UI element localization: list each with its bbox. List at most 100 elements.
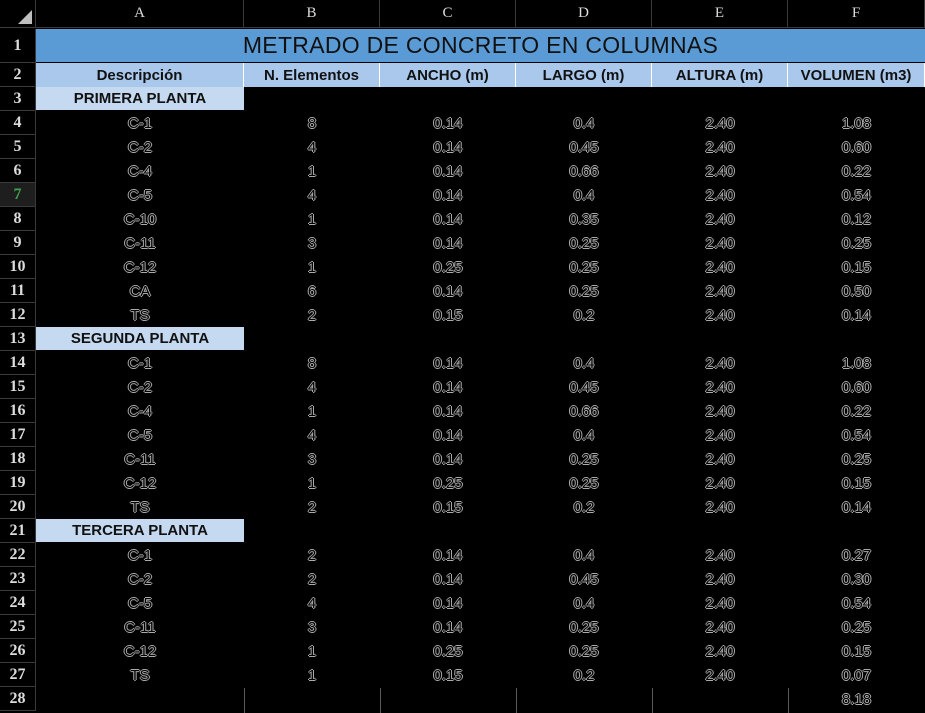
table-cell[interactable]: 8	[244, 351, 380, 375]
table-cell[interactable]: 1	[244, 399, 380, 423]
table-cell[interactable]: 0.14	[380, 399, 516, 423]
table-cell[interactable]: 2.40	[652, 159, 788, 183]
table-cell[interactable]: C-2	[36, 567, 244, 591]
table-cell[interactable]: 0.14	[380, 351, 516, 375]
table-cell[interactable]: 2.40	[652, 279, 788, 303]
row-header-28[interactable]: 28	[0, 687, 36, 711]
table-cell[interactable]: 2.40	[652, 447, 788, 471]
row-header-1[interactable]: 1	[0, 29, 36, 63]
table-cell[interactable]: 4	[244, 375, 380, 399]
table-cell[interactable]: 0.4	[516, 351, 652, 375]
table-cell[interactable]: 3	[244, 447, 380, 471]
table-cell[interactable]: 6	[244, 279, 380, 303]
row-header-16[interactable]: 16	[0, 399, 36, 423]
column-header-b[interactable]: B	[244, 0, 380, 28]
table-cell[interactable]: 0.54	[788, 591, 925, 615]
table-cell[interactable]: 2.40	[652, 639, 788, 663]
row-header-12[interactable]: 12	[0, 303, 36, 327]
row-header-14[interactable]: 14	[0, 351, 36, 375]
table-cell[interactable]: 0.25	[516, 447, 652, 471]
table-cell[interactable]: 0.2	[516, 303, 652, 327]
table-cell[interactable]: 0.14	[380, 543, 516, 567]
table-cell[interactable]: 0.15	[788, 639, 925, 663]
row-header-21[interactable]: 21	[0, 519, 36, 543]
table-cell[interactable]: C-5	[36, 591, 244, 615]
table-cell[interactable]: 0.14	[380, 375, 516, 399]
table-cell[interactable]: 0.14	[380, 567, 516, 591]
column-title-5[interactable]: ALTURA (m)	[652, 63, 788, 87]
table-cell[interactable]: 0.14	[380, 135, 516, 159]
table-cell[interactable]: 0.54	[788, 423, 925, 447]
table-cell[interactable]: C-1	[36, 111, 244, 135]
table-cell[interactable]: 2.40	[652, 471, 788, 495]
table-cell[interactable]: 0.25	[788, 231, 925, 255]
row-header-2[interactable]: 2	[0, 63, 36, 87]
table-cell[interactable]: 2.40	[652, 495, 788, 519]
table-cell[interactable]: 0.45	[516, 567, 652, 591]
table-cell[interactable]: 0.25	[380, 471, 516, 495]
table-cell[interactable]: C-5	[36, 423, 244, 447]
table-cell[interactable]: 0.4	[516, 591, 652, 615]
table-cell[interactable]: C-12	[36, 471, 244, 495]
table-cell[interactable]: 4	[244, 135, 380, 159]
table-cell[interactable]: 0.14	[380, 207, 516, 231]
row-header-6[interactable]: 6	[0, 159, 36, 183]
table-cell[interactable]: 0.4	[516, 543, 652, 567]
table-cell[interactable]: 1	[244, 255, 380, 279]
table-cell[interactable]: 2.40	[652, 663, 788, 687]
table-cell[interactable]: C-1	[36, 543, 244, 567]
table-cell[interactable]: TS	[36, 495, 244, 519]
table-cell[interactable]: 2.40	[652, 135, 788, 159]
table-cell[interactable]: 0.45	[516, 375, 652, 399]
table-cell[interactable]: 0.15	[380, 495, 516, 519]
table-cell[interactable]: 0.27	[788, 543, 925, 567]
table-cell[interactable]: 0.25	[516, 639, 652, 663]
table-cell[interactable]: 0.14	[788, 495, 925, 519]
column-title-1[interactable]: Descripción	[36, 63, 244, 87]
table-cell[interactable]: 0.25	[788, 615, 925, 639]
sheet-title[interactable]: METRADO DE CONCRETO EN COLUMNAS	[36, 29, 925, 62]
table-cell[interactable]: 0.4	[516, 423, 652, 447]
column-header-d[interactable]: D	[516, 0, 652, 28]
table-cell[interactable]: 0.15	[788, 255, 925, 279]
table-cell[interactable]: 0.12	[788, 207, 925, 231]
table-cell[interactable]: 3	[244, 231, 380, 255]
table-cell[interactable]: 0.54	[788, 183, 925, 207]
column-title-4[interactable]: LARGO (m)	[516, 63, 652, 87]
row-header-18[interactable]: 18	[0, 447, 36, 471]
table-cell[interactable]: 4	[244, 591, 380, 615]
table-cell[interactable]: 0.4	[516, 183, 652, 207]
table-cell[interactable]: C-2	[36, 375, 244, 399]
section-label[interactable]: SEGUNDA PLANTA	[36, 327, 244, 350]
table-cell[interactable]: 2.40	[652, 111, 788, 135]
table-cell[interactable]: TS	[36, 303, 244, 327]
row-header-4[interactable]: 4	[0, 111, 36, 135]
total-volume[interactable]: 8.18	[788, 687, 925, 711]
row-header-15[interactable]: 15	[0, 375, 36, 399]
table-cell[interactable]: 2.40	[652, 543, 788, 567]
table-cell[interactable]: 0.14	[380, 183, 516, 207]
select-all-corner[interactable]	[0, 0, 36, 28]
table-cell[interactable]: 1	[244, 207, 380, 231]
table-cell[interactable]: 0.15	[788, 471, 925, 495]
table-cell[interactable]: C-1	[36, 351, 244, 375]
row-header-8[interactable]: 8	[0, 207, 36, 231]
table-cell[interactable]: 0.14	[380, 159, 516, 183]
table-cell[interactable]: 0.60	[788, 135, 925, 159]
table-cell[interactable]: 2.40	[652, 375, 788, 399]
table-cell[interactable]: 2	[244, 543, 380, 567]
table-cell[interactable]: 0.30	[788, 567, 925, 591]
table-cell[interactable]: 0.66	[516, 159, 652, 183]
table-cell[interactable]: 2.40	[652, 423, 788, 447]
column-title-3[interactable]: ANCHO (m)	[380, 63, 516, 87]
table-cell[interactable]: 4	[244, 183, 380, 207]
column-header-c[interactable]: C	[380, 0, 516, 28]
column-title-6[interactable]: VOLUMEN (m3)	[788, 63, 925, 87]
table-cell[interactable]: 2.40	[652, 303, 788, 327]
row-header-13[interactable]: 13	[0, 327, 36, 351]
table-cell[interactable]: 0.25	[516, 279, 652, 303]
table-cell[interactable]: 0.25	[516, 255, 652, 279]
table-cell[interactable]: 0.14	[380, 231, 516, 255]
table-cell[interactable]: 2.40	[652, 255, 788, 279]
table-cell[interactable]: TS	[36, 663, 244, 687]
